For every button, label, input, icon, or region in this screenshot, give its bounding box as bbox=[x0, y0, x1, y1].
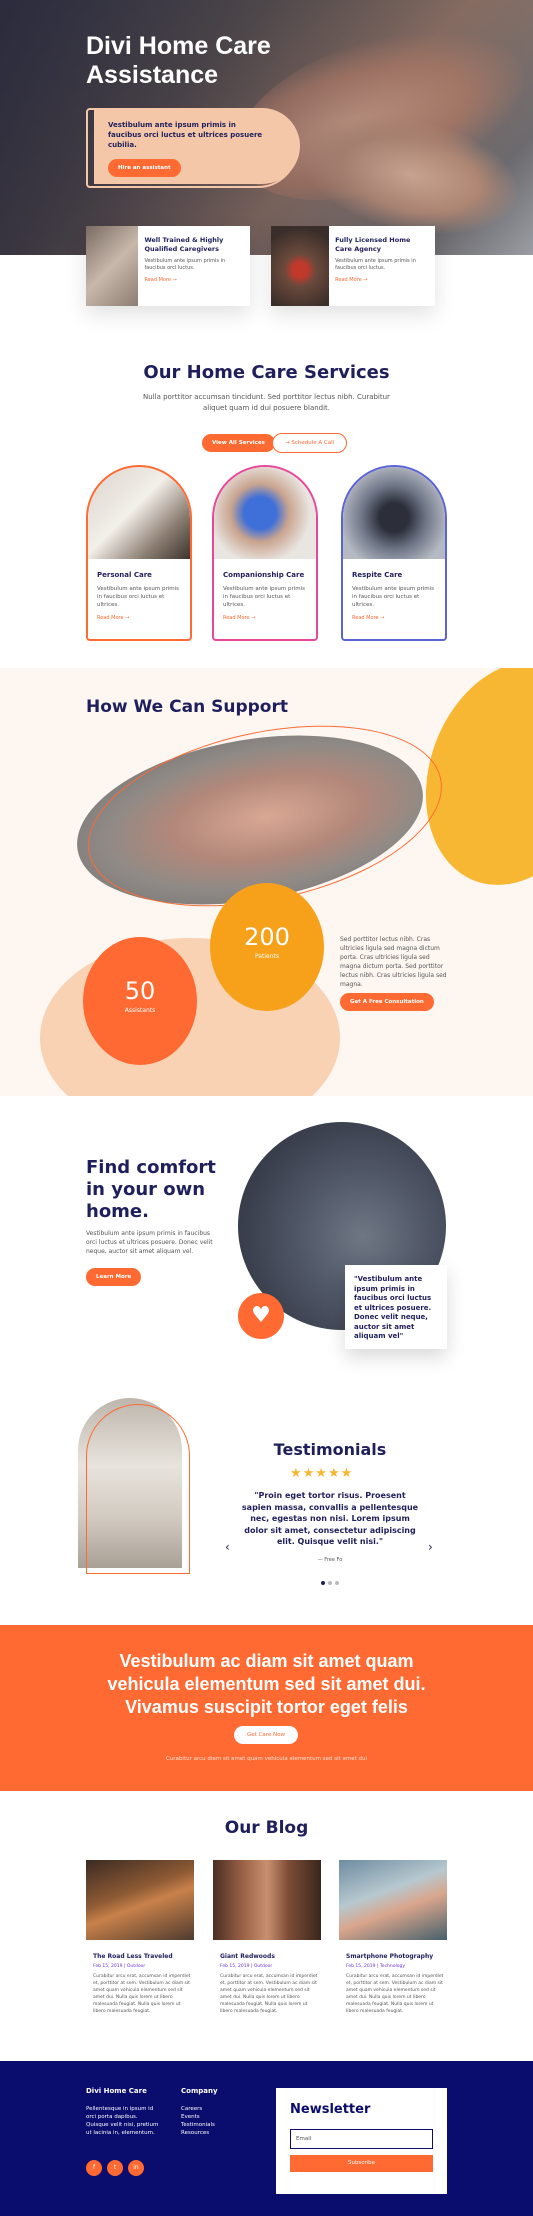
read-more-link[interactable]: Read More → bbox=[352, 615, 436, 621]
blog-post-title[interactable]: The Road Less Traveled bbox=[86, 1953, 194, 1960]
service-text: Vestibulum ante ipsum primis in faucibus… bbox=[352, 586, 435, 608]
slider-dot[interactable] bbox=[335, 1581, 339, 1585]
hero-text: Vestibulum ante ipsum primis in faucibus… bbox=[108, 121, 263, 149]
footer-link-testimonials[interactable]: Testimonials bbox=[181, 2121, 215, 2129]
stat-number: 200 bbox=[244, 923, 290, 951]
service-card-companionship-care: Companionship Care Vestibulum ante ipsum… bbox=[212, 465, 318, 641]
blog-post[interactable]: The Road Less Traveled Feb 15, 2019 | Ou… bbox=[86, 1860, 194, 2015]
feature-card: Fully Licensed Home Care Agency Vestibul… bbox=[271, 226, 435, 306]
blog-post[interactable]: Giant Redwoods Feb 15, 2019 | Outdoor Cu… bbox=[213, 1860, 321, 2015]
newsletter-box: Newsletter Email Subscribe bbox=[276, 2088, 447, 2194]
services-title: Our Home Care Services bbox=[143, 362, 390, 383]
blog-photo bbox=[213, 1860, 321, 1940]
feature-text: Vestibulum ante ipsum primis in faucibus… bbox=[335, 258, 416, 271]
get-care-now-button[interactable]: Get Care Now bbox=[234, 1726, 299, 1744]
services-subtitle: Nulla porttitor accumsan tincidunt. Sed … bbox=[143, 393, 390, 412]
feature-title: Well Trained & Highly Qualified Caregive… bbox=[144, 236, 224, 253]
testimonials-title: Testimonials bbox=[273, 1440, 387, 1459]
facebook-icon[interactable]: f bbox=[86, 2160, 102, 2176]
apple-hands-photo bbox=[271, 226, 330, 306]
cta-subtext: Curabitur arcu diam sit amet quam vehicu… bbox=[165, 1756, 368, 1762]
blog-title: Our Blog bbox=[224, 1818, 309, 1838]
service-photo bbox=[343, 467, 445, 559]
service-title: Companionship Care bbox=[223, 571, 305, 579]
read-more-link[interactable]: Read More → bbox=[335, 277, 429, 283]
blog-post-excerpt: Curabitur arcu erat, accumsan id imperdi… bbox=[346, 1974, 444, 2014]
service-title: Personal Care bbox=[97, 571, 152, 579]
newsletter-title: Newsletter bbox=[290, 2102, 371, 2117]
testimonial-author: — Free Fo bbox=[317, 1557, 343, 1563]
hero-card: Vestibulum ante ipsum primis in faucibus… bbox=[94, 108, 300, 184]
read-more-link[interactable]: Read More → bbox=[144, 277, 244, 283]
blog-post-meta: Feb 15, 2019 | Outdoor bbox=[220, 1964, 273, 1969]
caregiver-photo bbox=[86, 226, 139, 306]
blog-post-excerpt: Curabitur arcu erat, accumsan id imperdi… bbox=[220, 1974, 318, 2014]
slider-dot[interactable] bbox=[328, 1581, 332, 1585]
footer-brand-text: Pellentesque in ipsum id orci porta dapi… bbox=[86, 2106, 159, 2136]
read-more-link[interactable]: Read More → bbox=[223, 615, 307, 621]
star-rating-icon: ★★★★★ bbox=[290, 1466, 354, 1481]
page: Divi Home Care Assistance Vestibulum ant… bbox=[0, 0, 533, 2216]
service-photo bbox=[88, 467, 190, 559]
testimonial-quote: "Proin eget tortor risus. Proesent sapie… bbox=[241, 1491, 419, 1546]
service-title: Respite Care bbox=[352, 571, 403, 579]
blog-post-title[interactable]: Giant Redwoods bbox=[213, 1953, 321, 1960]
hire-assistant-button[interactable]: Hire an assistant bbox=[108, 159, 181, 177]
cta-title: Vestibulum ac diam sit amet quam vehicul… bbox=[107, 1651, 426, 1717]
view-all-services-button[interactable]: View All Services bbox=[202, 434, 275, 452]
slider-dot[interactable] bbox=[321, 1581, 325, 1585]
blog-post-title[interactable]: Smartphone Photography bbox=[339, 1953, 447, 1960]
footer-link-events[interactable]: Events bbox=[181, 2113, 200, 2121]
feature-card: Well Trained & Highly Qualified Caregive… bbox=[86, 226, 250, 306]
service-card-personal-care: Personal Care Vestibulum ante ipsum prim… bbox=[86, 465, 192, 641]
feature-title: Fully Licensed Home Care Agency bbox=[335, 236, 411, 253]
subscribe-button[interactable]: Subscribe bbox=[290, 2155, 433, 2172]
email-input[interactable]: Email bbox=[290, 2129, 433, 2149]
blog-post-meta: Feb 15, 2019 | Technology bbox=[346, 1964, 406, 1969]
learn-more-button[interactable]: Learn More bbox=[86, 1268, 142, 1286]
next-arrow-icon[interactable]: › bbox=[428, 1540, 433, 1554]
stat-number: 50 bbox=[124, 977, 156, 1005]
footer-company-heading: Company bbox=[181, 2087, 218, 2095]
footer-brand: Divi Home Care bbox=[86, 2087, 147, 2095]
blog-photo bbox=[339, 1860, 447, 1940]
slider-dots bbox=[321, 1581, 339, 1585]
prev-arrow-icon[interactable]: ‹ bbox=[225, 1540, 230, 1554]
blog-photo bbox=[86, 1860, 194, 1940]
schedule-call-button[interactable]: → Schedule A Call bbox=[272, 433, 348, 453]
blog-post-meta: Feb 15, 2019 | Outdoor bbox=[93, 1964, 146, 1969]
linkedin-icon[interactable]: in bbox=[128, 2160, 144, 2176]
service-card-respite-care: Respite Care Vestibulum ante ipsum primi… bbox=[341, 465, 447, 641]
hero-title: Divi Home Care Assistance bbox=[86, 32, 271, 89]
quote-card: "Vestibulum ante ipsum primis in faucibu… bbox=[345, 1265, 447, 1349]
stat-assistants: 50 Assistants bbox=[83, 937, 197, 1065]
free-consultation-button[interactable]: Get A Free Consultation bbox=[340, 993, 434, 1011]
service-text: Vestibulum ante ipsum primis in faucibus… bbox=[223, 586, 306, 608]
footer-link-resources[interactable]: Resources bbox=[181, 2129, 209, 2137]
comfort-title: Find comfort in your own home. bbox=[86, 1157, 216, 1222]
support-text: Sed porttitor lectus nibh. Cras ultricie… bbox=[340, 936, 447, 988]
stat-patients: 200 Patients bbox=[210, 883, 324, 1011]
footer bbox=[0, 2061, 533, 2216]
blog-post-excerpt: Curabitur arcu erat, accumsan id imperdi… bbox=[93, 1974, 191, 2014]
blog-post[interactable]: Smartphone Photography Feb 15, 2019 | Te… bbox=[339, 1860, 447, 2015]
heart-icon: ♥ bbox=[238, 1293, 284, 1339]
comfort-text: Vestibulum ante ipsum primis in faucibus… bbox=[86, 1230, 213, 1255]
stat-label: Patients bbox=[254, 953, 280, 960]
footer-link-careers[interactable]: Careers bbox=[181, 2105, 202, 2113]
service-photo bbox=[214, 467, 316, 559]
read-more-link[interactable]: Read More → bbox=[97, 615, 181, 621]
feature-text: Vestibulum ante ipsum primis in faucibus… bbox=[144, 258, 226, 271]
twitter-icon[interactable]: t bbox=[107, 2160, 123, 2176]
service-text: Vestibulum ante ipsum primis in faucibus… bbox=[97, 586, 180, 608]
stat-label: Assistants bbox=[124, 1007, 156, 1014]
arch-outline bbox=[86, 1404, 190, 1574]
support-title: How We Can Support bbox=[86, 697, 288, 717]
